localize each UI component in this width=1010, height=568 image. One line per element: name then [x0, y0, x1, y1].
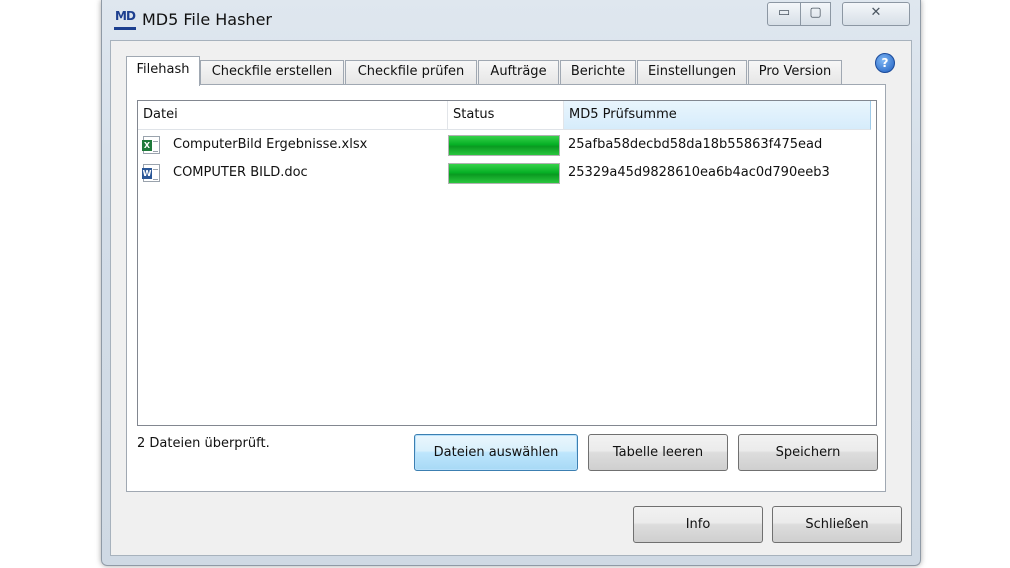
file-name: COMPUTER BILD.doc [173, 165, 308, 180]
clear-table-button[interactable]: Tabelle leeren [588, 434, 728, 471]
progress-fill [449, 136, 559, 155]
word-file-icon: W [142, 164, 160, 182]
app-window: MD MD5 File Hasher ▭ ▢ ✕ ? Filehash Chec… [101, 0, 921, 566]
filehash-panel: Datei Status MD5 Prüfsumme X ComputerBil… [126, 84, 886, 492]
info-button[interactable]: Info [633, 506, 763, 543]
status-progress-bar [448, 163, 560, 184]
tab-pro-version[interactable]: Pro Version [748, 60, 842, 84]
minimize-button[interactable]: ▭ [767, 2, 801, 26]
table-row[interactable]: W COMPUTER BILD.doc 25329a45d9828610ea6b… [138, 159, 871, 187]
tab-berichte[interactable]: Berichte [560, 60, 636, 84]
status-summary: 2 Dateien überprüft. [137, 436, 270, 451]
md5-hash: 25329a45d9828610ea6b4ac0d790eeb3 [568, 165, 830, 180]
column-header-md5[interactable]: MD5 Prüfsumme [564, 101, 871, 130]
tab-einstellungen[interactable]: Einstellungen [637, 60, 747, 84]
window-title: MD5 File Hasher [142, 10, 272, 29]
md5-hash: 25afba58decbd58da18b55863f475ead [568, 137, 823, 152]
tab-checkfile-erstellen[interactable]: Checkfile erstellen [200, 60, 344, 84]
tab-checkfile-pruefen[interactable]: Checkfile prüfen [345, 60, 477, 84]
close-window-button[interactable]: ✕ [842, 2, 910, 26]
title-bar[interactable]: MD MD5 File Hasher ▭ ▢ ✕ [102, 0, 920, 40]
table-row[interactable]: X ComputerBild Ergebnisse.xlsx 25afba58d… [138, 131, 871, 159]
select-files-button[interactable]: Dateien auswählen [414, 434, 578, 471]
column-header-datei[interactable]: Datei [138, 101, 448, 130]
progress-fill [449, 164, 559, 183]
excel-file-icon: X [142, 136, 160, 154]
excel-badge: X [142, 140, 152, 151]
status-progress-bar [448, 135, 560, 156]
maximize-button[interactable]: ▢ [801, 2, 831, 26]
word-badge: W [142, 168, 152, 179]
file-name: ComputerBild Ergebnisse.xlsx [173, 137, 368, 152]
close-button[interactable]: Schließen [772, 506, 902, 543]
column-header-status[interactable]: Status [448, 101, 564, 130]
client-area: ? Filehash Checkfile erstellen Checkfile… [110, 40, 912, 556]
tab-filehash[interactable]: Filehash [126, 56, 200, 86]
app-logo-icon: MD [114, 9, 136, 30]
save-button[interactable]: Speichern [738, 434, 878, 471]
file-list[interactable]: Datei Status MD5 Prüfsumme X ComputerBil… [137, 100, 877, 426]
help-icon[interactable]: ? [875, 53, 895, 73]
list-header: Datei Status MD5 Prüfsumme [138, 101, 876, 131]
tab-auftraege[interactable]: Aufträge [478, 60, 559, 84]
